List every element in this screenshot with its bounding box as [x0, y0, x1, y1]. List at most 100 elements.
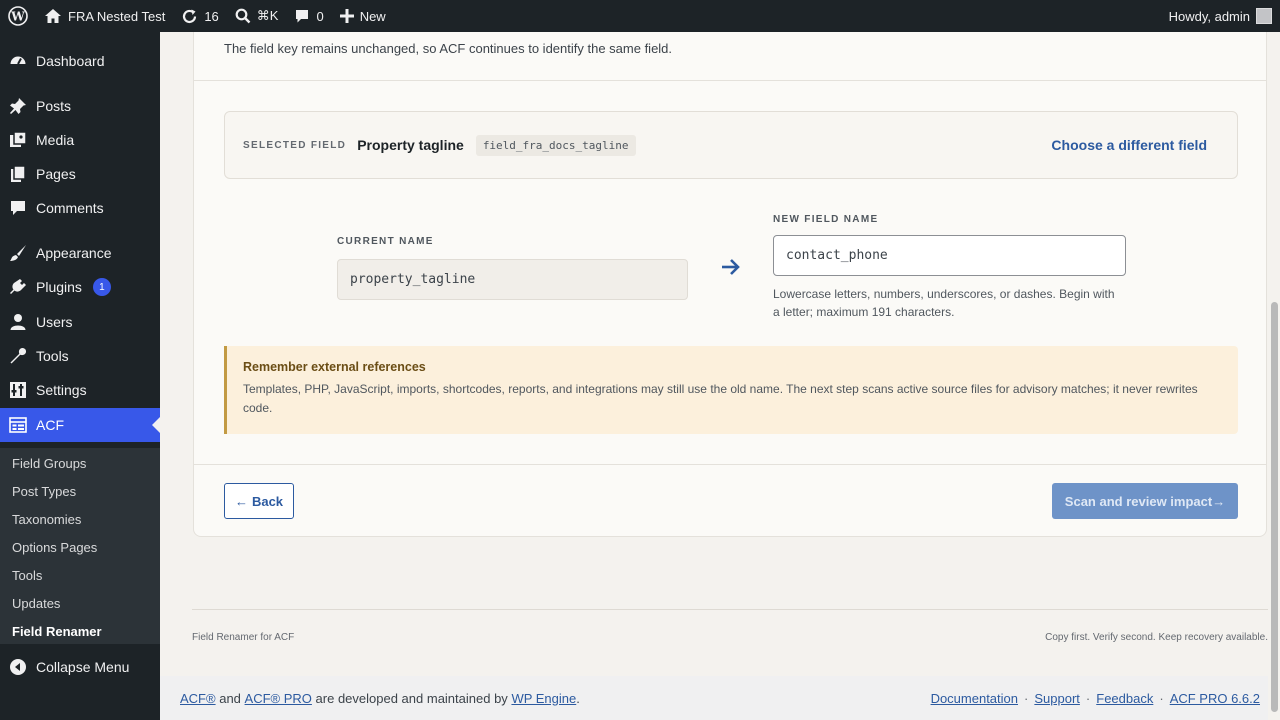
main-content: The field key remains unchanged, so ACF …: [160, 32, 1280, 720]
greeting: Howdy, admin: [1168, 8, 1250, 24]
new-label: New: [359, 8, 386, 24]
plugins-update-badge: 1: [92, 278, 111, 296]
submenu-item-options-pages[interactable]: Options Pages: [12, 540, 97, 555]
scan-and-review-button[interactable]: Scan and review impact→: [1052, 483, 1238, 519]
scrollbar[interactable]: [1268, 32, 1280, 720]
user-icon: [9, 313, 27, 331]
sidebar-item-label: Users: [36, 314, 73, 330]
submenu-item-tools[interactable]: Tools: [12, 568, 42, 583]
wrench-icon: [9, 347, 27, 365]
acf-pro-link[interactable]: ACF® PRO: [245, 691, 312, 706]
acf-pro-version-link[interactable]: ACF PRO 6.6.2: [1170, 691, 1260, 706]
shortcut-label: ⌘K: [256, 8, 279, 23]
brush-icon: [9, 244, 27, 262]
admin-bar: W FRA Nested Test 16 ⌘K 0 New Howdy, adm…: [0, 0, 1280, 32]
collapse-menu-button[interactable]: Collapse Menu: [0, 650, 160, 684]
pin-icon: [9, 97, 27, 115]
back-button-label: Back: [251, 493, 284, 509]
plugin-footer-name: Field Renamer for ACF: [192, 632, 295, 643]
avatar: [1256, 8, 1272, 24]
refresh-icon: [181, 8, 198, 25]
submenu-item-field-groups[interactable]: Field Groups: [12, 456, 86, 471]
sidebar-item-users[interactable]: Users: [0, 305, 160, 339]
arrow-right-icon: [720, 257, 742, 282]
wordpress-logo-icon[interactable]: W: [0, 0, 36, 32]
sidebar-item-label: Pages: [36, 166, 76, 182]
site-name: FRA Nested Test: [68, 8, 166, 24]
sidebar-item-pages[interactable]: Pages: [0, 157, 160, 191]
new-field-name-label: NEW FIELD NAME: [773, 214, 879, 225]
current-name-label: CURRENT NAME: [337, 236, 434, 247]
plug-icon: [9, 278, 27, 296]
site-name-link[interactable]: FRA Nested Test: [36, 0, 173, 32]
current-name-field: property_tagline: [337, 259, 688, 300]
divider: [194, 80, 1266, 81]
comments-link[interactable]: 0: [286, 0, 331, 32]
search-icon: [235, 8, 251, 24]
new-content-link[interactable]: New: [332, 0, 394, 32]
new-field-name-input[interactable]: [773, 235, 1126, 276]
current-name-value: property_tagline: [350, 272, 476, 287]
sidebar-item-label: Comments: [36, 200, 104, 216]
selected-field-name: Property tagline: [357, 137, 464, 153]
sidebar-item-label: Plugins: [36, 279, 82, 295]
documentation-link[interactable]: Documentation: [931, 691, 1018, 706]
submenu-item-taxonomies[interactable]: Taxonomies: [12, 512, 81, 527]
plus-icon: [339, 9, 354, 23]
selected-field-panel: SELECTED FIELD Property tagline field_fr…: [224, 111, 1238, 179]
media-icon: [9, 131, 27, 149]
notice-title: Remember external references: [243, 360, 426, 374]
account-menu[interactable]: Howdy, admin: [1169, 8, 1280, 24]
sidebar-item-dashboard[interactable]: Dashboard: [0, 44, 160, 78]
sidebar-item-acf[interactable]: ACF: [0, 408, 160, 442]
svg-text:W: W: [10, 10, 25, 24]
external-references-notice: Remember external references Templates, …: [224, 346, 1238, 434]
separator: ·: [1085, 690, 1091, 706]
submenu-item-updates[interactable]: Updates: [12, 596, 60, 611]
scrollbar-thumb[interactable]: [1271, 302, 1278, 712]
pages-icon: [9, 165, 27, 183]
sidebar-item-media[interactable]: Media: [0, 123, 160, 157]
sidebar-item-plugins[interactable]: Plugins 1: [0, 270, 160, 304]
comment-icon: [9, 199, 27, 217]
selected-field-key: field_fra_docs_tagline: [475, 134, 636, 156]
rename-card: The field key remains unchanged, so ACF …: [193, 32, 1267, 537]
admin-sidebar: Dashboard Posts Media Pages Comments App…: [0, 32, 160, 720]
updates-link[interactable]: 16: [173, 0, 226, 32]
comments-count: 0: [316, 8, 324, 24]
wp-engine-link[interactable]: WP Engine: [511, 691, 576, 706]
separator: ·: [1024, 690, 1029, 706]
submenu-item-field-renamer[interactable]: Field Renamer: [12, 624, 102, 639]
comment-bubble-icon: [294, 8, 310, 24]
acf-icon: [9, 416, 27, 434]
divider: [194, 464, 1266, 465]
notice-body: Templates, PHP, JavaScript, imports, sho…: [243, 382, 1198, 415]
command-palette-link[interactable]: ⌘K: [227, 0, 287, 32]
settings-icon: [9, 381, 27, 399]
sidebar-item-comments[interactable]: Comments: [0, 191, 160, 225]
home-icon: [44, 8, 62, 24]
feedback-link[interactable]: Feedback: [1096, 691, 1153, 706]
dashboard-icon: [9, 52, 27, 70]
footer-text: and: [219, 690, 241, 706]
sidebar-item-settings[interactable]: Settings: [0, 373, 160, 407]
collapse-menu-label: Collapse Menu: [36, 659, 130, 675]
back-button[interactable]: ← Back: [224, 483, 294, 519]
sidebar-item-label: Tools: [36, 348, 69, 364]
submenu-item-post-types[interactable]: Post Types: [12, 484, 76, 499]
sidebar-item-tools[interactable]: Tools: [0, 339, 160, 373]
support-link[interactable]: Support: [1034, 691, 1080, 706]
sidebar-item-posts[interactable]: Posts: [0, 89, 160, 123]
acf-submenu: Field Groups Post Types Taxonomies Optio…: [0, 448, 160, 644]
arrow-left-icon: ←: [234, 493, 248, 509]
acf-link[interactable]: ACF®: [180, 691, 216, 706]
choose-different-field-link[interactable]: Choose a different field: [1051, 137, 1207, 153]
sidebar-item-appearance[interactable]: Appearance: [0, 236, 160, 270]
separator: ·: [1159, 690, 1164, 706]
sidebar-item-label: Settings: [36, 382, 87, 398]
footer-text: are developed and maintained by: [315, 690, 508, 706]
sidebar-item-label: Appearance: [36, 245, 112, 261]
collapse-icon: [9, 658, 27, 676]
sidebar-item-label: Posts: [36, 98, 72, 114]
new-field-name-hint: Lowercase letters, numbers, underscores,…: [773, 287, 1115, 319]
